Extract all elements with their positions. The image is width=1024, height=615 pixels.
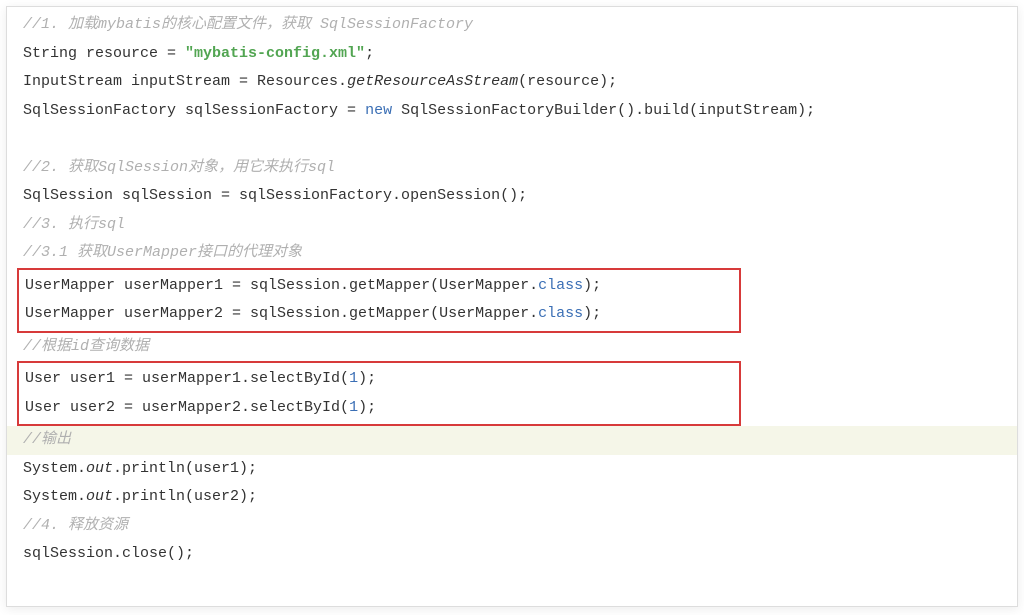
code-line: sqlSession.close();: [23, 540, 1001, 569]
code-text: (resource);: [518, 73, 617, 90]
highlighted-box-1: UserMapper userMapper1 = sqlSession.getM…: [17, 268, 741, 333]
code-text: User user1 = userMapper1.selectById(: [25, 370, 349, 387]
code-line: User user2 = userMapper2.selectById(1);: [25, 394, 733, 423]
code-text: SqlSessionFactoryBuilder().build(inputSt…: [392, 102, 815, 119]
field-name: out: [86, 460, 113, 477]
code-line: //1. 加载mybatis的核心配置文件，获取 SqlSessionFacto…: [23, 11, 1001, 40]
code-line: //2. 获取SqlSession对象，用它来执行sql: [23, 154, 1001, 183]
blank-line: [23, 125, 1001, 154]
comment: //2. 获取SqlSession对象，用它来执行sql: [23, 159, 335, 176]
string-literal: "mybatis-config.xml": [185, 45, 365, 62]
highlighted-box-2: User user1 = userMapper1.selectById(1); …: [17, 361, 741, 426]
code-line: User user1 = userMapper1.selectById(1);: [25, 365, 733, 394]
code-line: //根据id查询数据: [23, 333, 1001, 362]
comment: //3. 执行sql: [23, 216, 125, 233]
code-line: UserMapper userMapper2 = sqlSession.getM…: [25, 300, 733, 329]
code-line: InputStream inputStream = Resources.getR…: [23, 68, 1001, 97]
code-line: System.out.println(user1);: [23, 455, 1001, 484]
code-text: );: [358, 399, 376, 416]
code-line: //3.1 获取UserMapper接口的代理对象: [23, 239, 1001, 268]
code-line-highlighted: //输出: [7, 426, 1017, 455]
number-literal: 1: [349, 370, 358, 387]
code-text: User user2 = userMapper2.selectById(: [25, 399, 349, 416]
code-text: .println(user2);: [113, 488, 257, 505]
code-line: SqlSession sqlSession = sqlSessionFactor…: [23, 182, 1001, 211]
keyword: class: [538, 305, 583, 322]
code-text: );: [583, 277, 601, 294]
keyword: class: [538, 277, 583, 294]
comment: //4. 释放资源: [23, 517, 128, 534]
code-text: sqlSession.close();: [23, 545, 194, 562]
comment: //输出: [23, 431, 71, 448]
code-text: SqlSessionFactory sqlSessionFactory =: [23, 102, 365, 119]
code-text: InputStream inputStream = Resources.: [23, 73, 347, 90]
code-text: );: [358, 370, 376, 387]
code-line: //4. 释放资源: [23, 512, 1001, 541]
code-text: );: [583, 305, 601, 322]
method-name: getResourceAsStream: [347, 73, 518, 90]
code-text: .println(user1);: [113, 460, 257, 477]
comment: //3.1 获取UserMapper接口的代理对象: [23, 244, 302, 261]
code-text: System.: [23, 488, 86, 505]
code-line: SqlSessionFactory sqlSessionFactory = ne…: [23, 97, 1001, 126]
code-text: String resource =: [23, 45, 185, 62]
comment: //根据id查询数据: [23, 338, 149, 355]
code-block: //1. 加载mybatis的核心配置文件，获取 SqlSessionFacto…: [6, 6, 1018, 607]
code-line: System.out.println(user2);: [23, 483, 1001, 512]
code-text: UserMapper userMapper1 = sqlSession.getM…: [25, 277, 538, 294]
comment: //1. 加载mybatis的核心配置文件，获取 SqlSessionFacto…: [23, 16, 473, 33]
keyword: new: [365, 102, 392, 119]
number-literal: 1: [349, 399, 358, 416]
code-line: String resource = "mybatis-config.xml";: [23, 40, 1001, 69]
code-line: //3. 执行sql: [23, 211, 1001, 240]
field-name: out: [86, 488, 113, 505]
code-text: System.: [23, 460, 86, 477]
code-text: UserMapper userMapper2 = sqlSession.getM…: [25, 305, 538, 322]
code-line: UserMapper userMapper1 = sqlSession.getM…: [25, 272, 733, 301]
code-text: ;: [365, 45, 374, 62]
code-text: SqlSession sqlSession = sqlSessionFactor…: [23, 187, 527, 204]
